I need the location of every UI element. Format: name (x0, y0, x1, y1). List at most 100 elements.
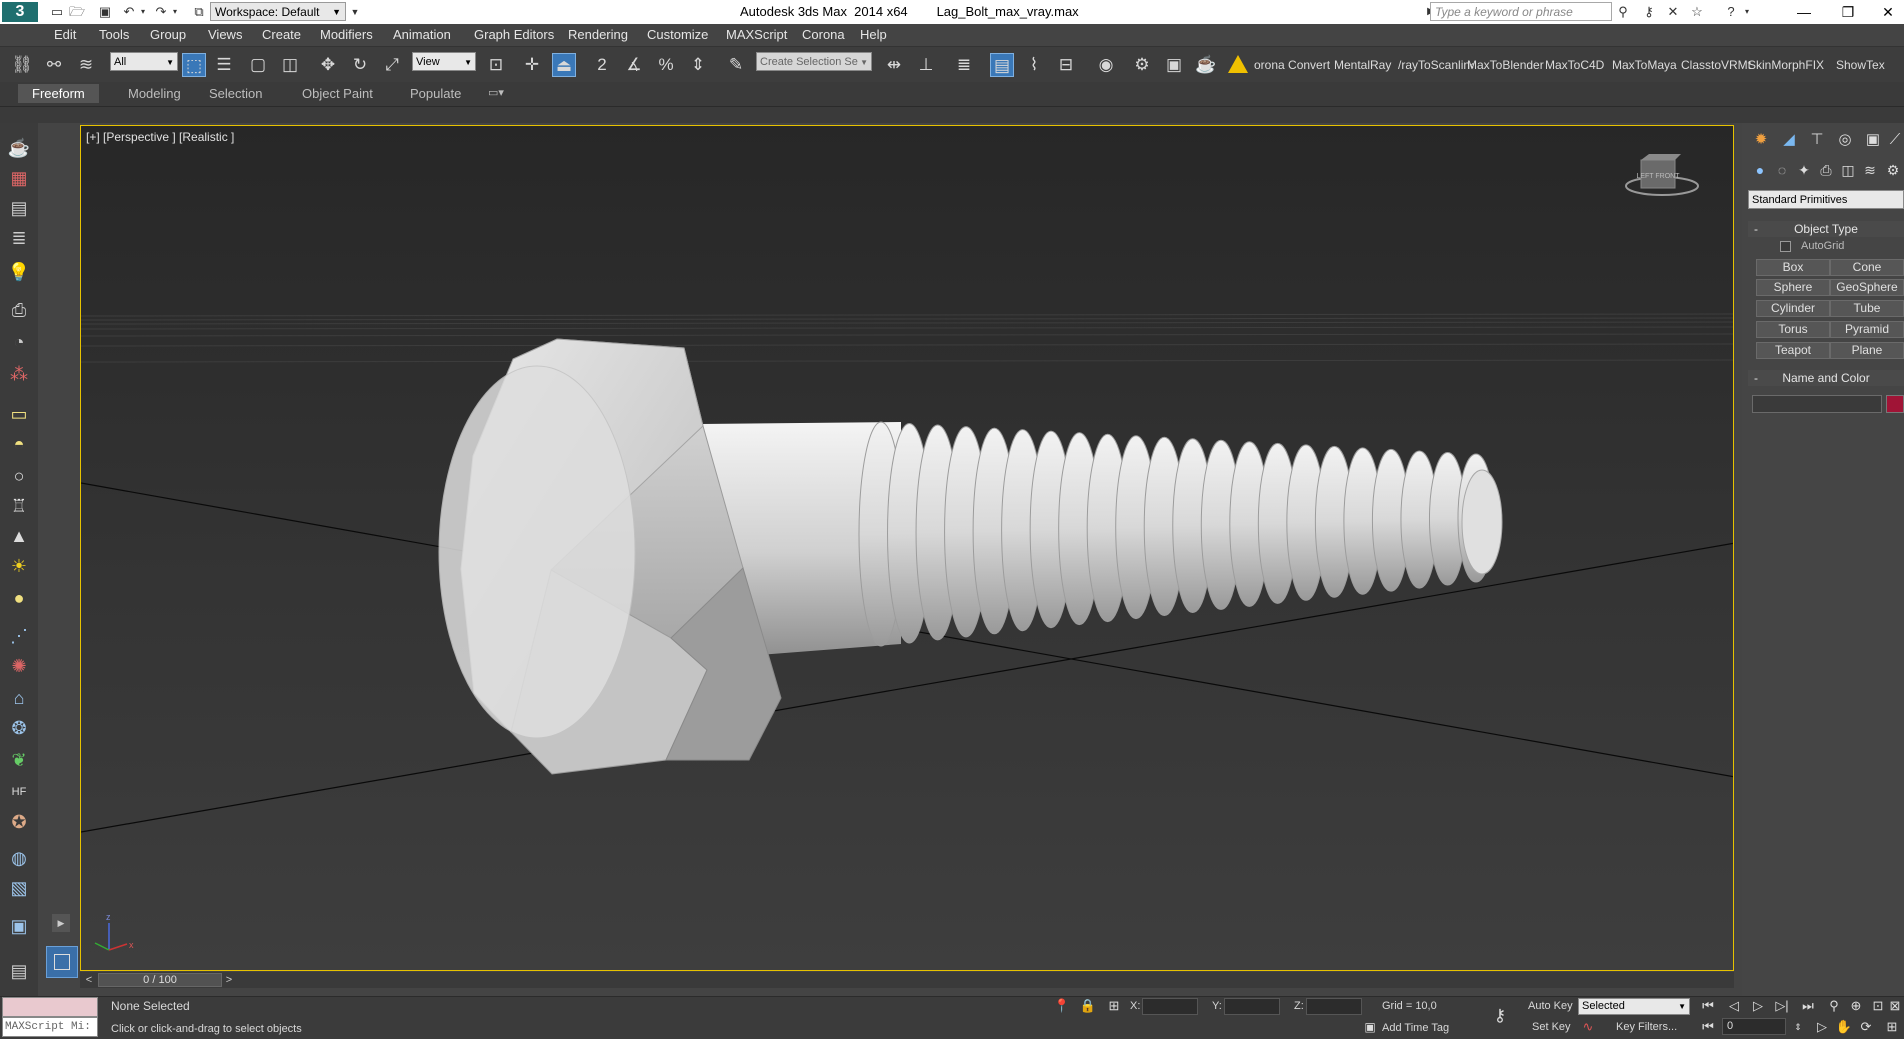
next-frame-icon[interactable]: ▷| (1772, 997, 1792, 1015)
render-production-icon[interactable]: ☕ (1194, 53, 1218, 77)
render-setup-icon[interactable]: ⚙ (1130, 53, 1154, 77)
menu-maxscript[interactable]: MAXScript (726, 27, 787, 42)
orbit-icon[interactable]: ⟳ (1856, 1018, 1876, 1036)
exchange-icon[interactable]: ✕ (1664, 3, 1682, 21)
app-logo-icon[interactable]: 3 (2, 2, 38, 22)
maximize-viewport-icon[interactable]: ⊞ (1880, 1018, 1904, 1036)
autogrid-checkbox[interactable] (1780, 241, 1791, 252)
add-time-tag[interactable]: Add Time Tag (1382, 1022, 1449, 1034)
script-button-max-to-blender[interactable]: MaxToBlender (1467, 58, 1544, 72)
percent-snap-toggle-icon[interactable]: % (654, 53, 678, 77)
angle-snap-toggle-icon[interactable]: ∡ (622, 53, 646, 77)
previous-frame-icon[interactable]: ◁ (1724, 997, 1744, 1015)
rectangular-selection-region-icon[interactable]: ▢ (246, 53, 270, 77)
ribbon-tab-object-paint[interactable]: Object Paint (302, 86, 373, 101)
material-editor-icon[interactable]: ◉ (1094, 53, 1118, 77)
selection-filter-dropdown[interactable]: All ▼ (110, 52, 178, 71)
select-by-name-icon[interactable]: ☰ (212, 53, 236, 77)
field-of-view-icon[interactable]: ▷ (1812, 1018, 1832, 1036)
search-input[interactable]: Type a keyword or phrase (1430, 2, 1612, 21)
lights-category-icon[interactable]: ✦ (1794, 160, 1814, 180)
ribbon-tab-modeling[interactable]: Modeling (128, 86, 181, 101)
menu-animation[interactable]: Animation (393, 27, 451, 42)
render-elements-icon[interactable]: ▧ (6, 875, 32, 901)
material-sphere-icon[interactable]: ◍ (6, 845, 32, 871)
maximize-icon[interactable]: ❐ (1828, 2, 1868, 22)
box-button[interactable]: Box (1756, 259, 1830, 276)
menu-rendering[interactable]: Rendering (568, 27, 628, 42)
menu-help[interactable]: Help (860, 27, 887, 42)
cylinder-button[interactable]: Cylinder (1756, 300, 1830, 317)
open-file-icon[interactable]: 🗁 (68, 3, 86, 21)
script-button-mentalray[interactable]: MentalRay (1334, 58, 1391, 72)
object-name-field[interactable] (1752, 395, 1882, 413)
helper-tape-icon[interactable]: ◔ (6, 329, 32, 355)
key-mode-dropdown[interactable]: Selected ▼ (1578, 998, 1690, 1015)
tube-button[interactable]: Tube (1830, 300, 1904, 317)
schematic-view-icon[interactable]: ⊟ (1054, 53, 1078, 77)
cone-button[interactable]: Cone (1830, 259, 1904, 276)
favorites-star-icon[interactable]: ☆ (1688, 3, 1706, 21)
key-mode-toggle-icon[interactable]: ⏮ (1698, 1018, 1718, 1036)
align-icon[interactable]: ⊥ (914, 53, 938, 77)
undo-dropdown-icon[interactable]: ▾ (134, 3, 152, 21)
minimize-icon[interactable]: — (1784, 2, 1824, 22)
select-and-manipulate-icon[interactable]: ✛ (520, 53, 544, 77)
script-button-show-tex[interactable]: ShowTex (1836, 58, 1885, 72)
fur-icon[interactable]: ✺ (6, 653, 32, 679)
z-coordinate-field[interactable] (1306, 998, 1362, 1015)
menu-create[interactable]: Create (262, 27, 301, 42)
workspace-extra-dropdown-icon[interactable]: ▼ (346, 3, 364, 21)
geosphere-button[interactable]: GeoSphere (1830, 279, 1904, 296)
previous-frame-arrow-icon[interactable]: < (82, 972, 96, 988)
project-folder-icon[interactable]: ⧉ (190, 3, 208, 21)
key-icon[interactable]: ⚷ (1640, 3, 1658, 21)
menu-edit[interactable]: Edit (54, 27, 76, 42)
proxy-icon[interactable]: ⋰ (6, 623, 32, 649)
menu-graph-editors[interactable]: Graph Editors (474, 27, 554, 42)
sphere-light-icon[interactable]: ○ (6, 463, 32, 489)
object-type-rollout-header[interactable]: - Object Type (1748, 221, 1904, 237)
ribbon-tab-selection[interactable]: Selection (209, 86, 262, 101)
torus-button[interactable]: Torus (1756, 321, 1830, 338)
manage-layers-icon[interactable]: ≣ (952, 53, 976, 77)
rendered-frame-window-icon[interactable]: ▣ (1162, 53, 1186, 77)
redo-dropdown-icon[interactable]: ▾ (166, 3, 184, 21)
mesh-light-icon[interactable]: ♖ (6, 493, 32, 519)
menu-customize[interactable]: Customize (647, 27, 708, 42)
motion-tab-icon[interactable]: ◎ (1834, 129, 1856, 151)
pan-view-icon[interactable]: ✋ (1834, 1018, 1854, 1036)
script-button-max-to-c4d[interactable]: MaxToC4D (1545, 58, 1604, 72)
maxscript-listener-mini[interactable] (2, 997, 98, 1017)
key-filters-button[interactable]: Key Filters... (1616, 1021, 1677, 1033)
selection-lock-icon[interactable]: 🔒 (1078, 997, 1098, 1015)
named-selection-sets-dropdown[interactable]: Create Selection Se ▼ (756, 52, 872, 71)
mirror-icon[interactable]: ⇹ (882, 53, 906, 77)
camera-icon[interactable]: ⎙ (6, 297, 32, 323)
hf-icon[interactable]: HF (6, 779, 32, 805)
primitive-category-dropdown[interactable]: Standard Primitives (1748, 190, 1904, 209)
modify-tab-icon[interactable]: ◢ (1778, 129, 1800, 151)
cameras-category-icon[interactable]: ⎙ (1816, 160, 1836, 180)
viewport-label[interactable]: [+] [Perspective ] [Realistic ] (86, 130, 234, 144)
auto-key-button[interactable]: Auto Key (1528, 1000, 1573, 1012)
curve-editor-icon[interactable]: ⌇ (1022, 53, 1046, 77)
script-button-class-to-vrmt[interactable]: ClasstoVRMt (1681, 58, 1751, 72)
use-pivot-point-center-icon[interactable]: ⊡ (484, 53, 508, 77)
go-to-start-icon[interactable]: ⏮ (1698, 997, 1718, 1015)
plane-light-icon[interactable]: ▭ (6, 401, 32, 427)
render-frame-icon[interactable]: ▦ (6, 165, 32, 191)
select-and-rotate-icon[interactable]: ↻ (348, 53, 372, 77)
time-slider-thumb[interactable]: 0 / 100 (98, 973, 222, 987)
x-coordinate-field[interactable] (1142, 998, 1198, 1015)
help-dropdown-icon[interactable]: ▾ (1738, 3, 1756, 21)
utilities-tab-icon[interactable]: ⟋ (1886, 129, 1904, 151)
script-button-corona-convert[interactable]: orona Convert (1254, 58, 1330, 72)
sphere-fade-icon[interactable]: ❂ (6, 715, 32, 741)
sun-icon[interactable]: ☀ (6, 553, 32, 579)
binoculars-search-icon[interactable]: ⚲ (1614, 3, 1632, 21)
log-icon[interactable]: ▤ (6, 958, 32, 984)
bind-to-space-warp-icon[interactable]: ≋ (74, 53, 98, 77)
scene-explorer-icon[interactable]: ▤ (990, 53, 1014, 77)
script-button-skin-morph-fix[interactable]: SkinMorphFIX (1748, 58, 1824, 72)
